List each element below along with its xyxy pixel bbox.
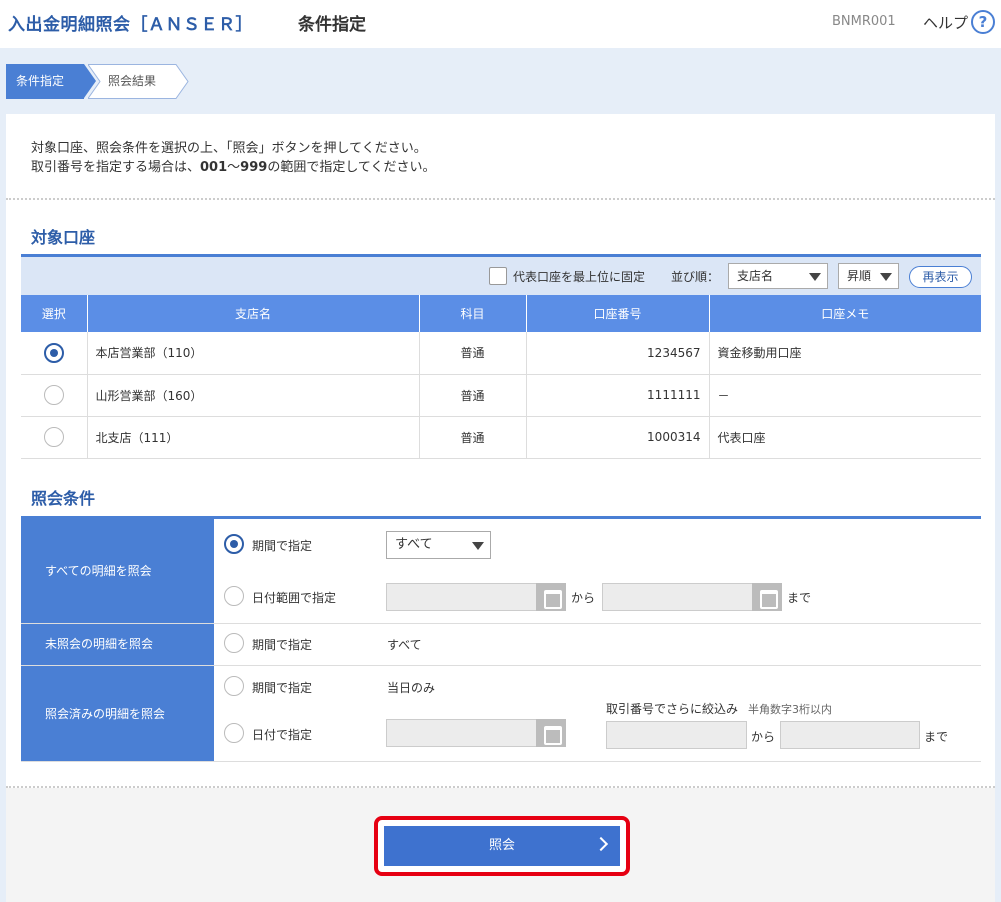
all-period-radio[interactable]: [224, 534, 244, 554]
app-header: 入出金明細照会［ＡＮＳＥＲ］ 条件指定 BNMR001 ヘルプ ?: [0, 0, 1001, 48]
sort-label: 並び順：: [671, 270, 720, 284]
accounts-toolbar: 代表口座を最上位に固定 並び順： 支店名 昇順 再表示: [21, 257, 981, 295]
sort-order-select[interactable]: 昇順: [838, 263, 899, 289]
type-cell: 普通: [419, 374, 527, 417]
screen-id: BNMR001: [832, 14, 896, 29]
unviewed-period-value: すべて: [387, 638, 422, 652]
all-period-value: すべて: [395, 537, 433, 552]
chevron-down-icon: [809, 273, 821, 281]
memo-cell: 代表口座: [709, 416, 981, 459]
instruction-text: 取引番号を指定する場合は、: [31, 160, 201, 175]
unviewed-period-radio[interactable]: [224, 633, 244, 653]
viewed-date-input[interactable]: [386, 719, 538, 747]
viewed-date-label: 日付で指定: [252, 728, 313, 742]
divider: [6, 198, 995, 200]
instruction-range-from: 001: [200, 160, 228, 175]
to-text: まで: [924, 730, 949, 744]
cond-viewed-label: 照会済みの明細を照会: [21, 666, 214, 762]
accounts-section-title: 対象口座: [31, 228, 96, 247]
table-row[interactable]: 北支店（111） 普通 1000314 代表口座: [21, 416, 981, 459]
all-period-select[interactable]: すべて: [386, 531, 491, 559]
number-cell: 1000314: [526, 416, 710, 459]
column-header-memo: 口座メモ: [709, 295, 981, 332]
row-select-cell[interactable]: [21, 416, 88, 459]
account-radio[interactable]: [43, 427, 64, 447]
conditions-section-title: 照会条件: [31, 489, 96, 508]
row-select-cell[interactable]: [21, 374, 88, 417]
type-cell: 普通: [419, 332, 527, 375]
sort-order-value: 昇順: [847, 269, 872, 283]
column-header-number: 口座番号: [526, 295, 710, 332]
number-cell: 1234567: [526, 332, 710, 375]
txn-from-input[interactable]: [606, 721, 747, 749]
from-text: から: [751, 730, 776, 744]
branch-cell: 本店営業部（110）: [87, 332, 420, 375]
column-header-type: 科目: [419, 295, 527, 332]
table-row[interactable]: 本店営業部（110） 普通 1234567 資金移動用口座: [21, 332, 981, 375]
column-header-select: 選択: [21, 295, 88, 332]
number-cell: 1111111: [526, 374, 710, 417]
table-header-row: 選択 支店名 科目 口座番号 口座メモ: [21, 295, 981, 332]
viewed-period-value: 当日のみ: [387, 681, 436, 695]
app-title: 入出金明細照会［ＡＮＳＥＲ］: [8, 15, 253, 35]
all-range-radio[interactable]: [224, 586, 244, 606]
table-row[interactable]: 山形営業部（160） 普通 1111111 －: [21, 374, 981, 417]
viewed-date-radio[interactable]: [224, 723, 244, 743]
instruction-line-1: 対象口座、照会条件を選択の上、「照会」ボタンを押してください。: [31, 141, 427, 156]
inquiry-button-label: 照会: [488, 838, 515, 853]
step-indicator: 条件指定 照会結果: [6, 64, 196, 99]
instructions: 対象口座、照会条件を選択の上、「照会」ボタンを押してください。 取引番号を指定す…: [31, 139, 436, 177]
viewed-period-radio[interactable]: [224, 676, 244, 696]
cond-unviewed-label: 未照会の明細を照会: [21, 624, 214, 665]
step-next-label: 照会結果: [108, 74, 157, 88]
txn-filter-hint: 半角数字3桁以内: [748, 703, 832, 716]
branch-cell: 北支店（111）: [87, 416, 420, 459]
memo-cell: 資金移動用口座: [709, 332, 981, 375]
redisplay-button[interactable]: 再表示: [909, 266, 972, 288]
accounts-table: 選択 支店名 科目 口座番号 口座メモ 本店営業部（110） 普通 123456…: [21, 295, 981, 459]
help-link[interactable]: ヘルプ: [923, 12, 968, 33]
sort-field-select[interactable]: 支店名: [728, 263, 828, 289]
help-icon[interactable]: ?: [971, 10, 995, 34]
inquiry-button[interactable]: 照会: [384, 826, 620, 866]
column-header-branch: 支店名: [87, 295, 420, 332]
all-range-label: 日付範囲で指定: [252, 591, 337, 605]
unviewed-period-label: 期間で指定: [252, 638, 313, 652]
memo-cell: －: [709, 374, 981, 417]
rep-fix-label: 代表口座を最上位に固定: [513, 270, 646, 284]
rep-fix-checkbox[interactable]: [489, 267, 507, 285]
instruction-range-to: 999: [240, 160, 268, 175]
to-text: まで: [787, 591, 812, 605]
calendar-icon[interactable]: [536, 583, 566, 611]
page-title: 条件指定: [298, 15, 366, 35]
all-from-date-input[interactable]: [386, 583, 538, 611]
main-panel: 対象口座、照会条件を選択の上、「照会」ボタンを押してください。 取引番号を指定す…: [6, 114, 995, 902]
from-text: から: [571, 591, 596, 605]
row-select-cell[interactable]: [21, 332, 88, 375]
chevron-right-icon: [593, 836, 609, 852]
txn-to-input[interactable]: [780, 721, 920, 749]
account-radio-selected[interactable]: [43, 342, 64, 363]
instruction-text: の範囲で指定してください。: [267, 160, 436, 175]
instruction-tilde: ～: [227, 160, 241, 175]
branch-cell: 山形営業部（160）: [87, 374, 420, 417]
type-cell: 普通: [419, 416, 527, 459]
chevron-down-icon: [472, 542, 484, 550]
step-current: 条件指定: [6, 64, 84, 99]
chevron-down-icon: [880, 273, 892, 281]
sort-field-value: 支店名: [737, 269, 774, 283]
all-to-date-input[interactable]: [602, 583, 754, 611]
account-radio[interactable]: [43, 385, 64, 405]
calendar-icon[interactable]: [752, 583, 782, 611]
txn-filter-label: 取引番号でさらに絞込み: [606, 702, 739, 716]
viewed-period-label: 期間で指定: [252, 681, 313, 695]
instruction-line-2: 取引番号を指定する場合は、001～999の範囲で指定してください。: [31, 158, 436, 177]
divider: [21, 761, 981, 762]
all-period-label: 期間で指定: [252, 539, 313, 553]
calendar-icon[interactable]: [536, 719, 566, 747]
cond-all-label: すべての明細を照会: [21, 519, 214, 623]
step-next: 照会結果: [88, 64, 189, 99]
